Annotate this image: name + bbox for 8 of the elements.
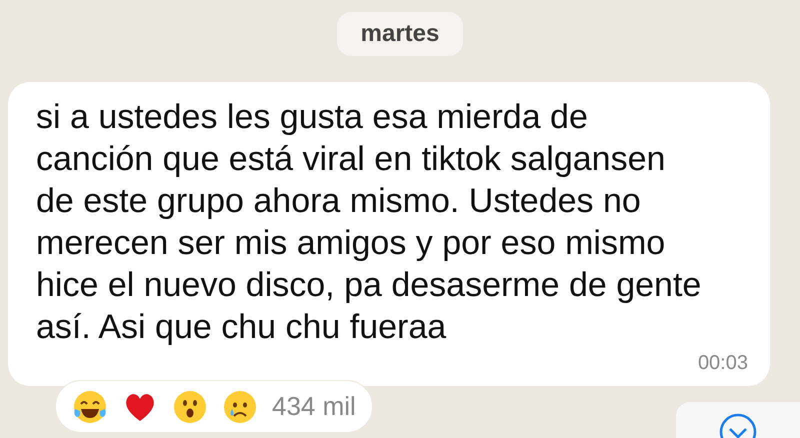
crying-emoji-icon [222,388,258,424]
reaction-count: 434 mil [272,390,356,423]
date-label: martes [336,12,464,56]
message-time: 00:03 [698,351,748,376]
reactions-bar[interactable]: 434 mil [55,380,373,433]
laughing-emoji-icon [72,388,108,424]
surprised-emoji-icon [172,388,208,424]
message-text: si a ustedes les gusta esa mierda de canción que está viral en tiktok salgansen de este grupo ahora mismo. Ustedes no merecen ser mis amigos y por eso mismo hice el nuevo disco, pa desaserme de gente así. Asi que chu chu fueraa [36,97,702,348]
